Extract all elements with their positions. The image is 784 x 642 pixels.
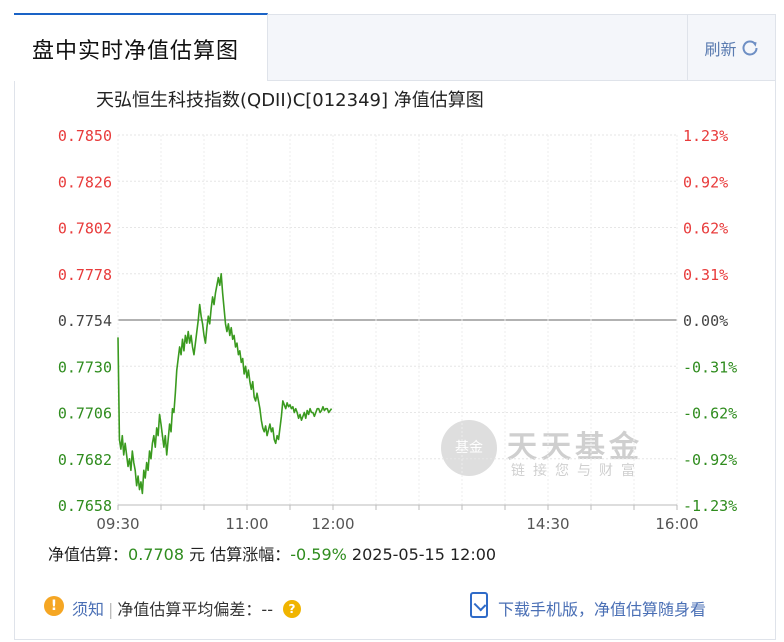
y-tick-right: -1.23% [683,497,737,515]
change-label: 估算涨幅： [210,545,291,564]
y-tick-left: 0.7826 [58,173,112,191]
change-value: -0.59% [290,545,347,564]
y-tick-right: -0.62% [683,405,737,423]
separator: | [108,600,114,619]
nav-value: 0.7708 [128,545,184,564]
y-tick-right: 1.23% [683,127,728,145]
help-icon[interactable]: ? [282,600,301,618]
y-tick-left: 0.7802 [58,220,112,238]
x-tick-label: 14:30 [526,515,569,533]
y-tick-right: 0.92% [683,173,728,191]
notice-link[interactable]: 须知 [72,600,104,619]
y-tick-right: -0.92% [683,451,737,469]
y-tick-left: 0.7730 [58,358,112,376]
mobile-download-icon[interactable] [470,592,488,618]
deviation-value: -- [261,600,273,619]
y-tick-left: 0.7754 [58,312,112,330]
y-tick-right: -0.31% [683,358,737,376]
timestamp: 2025-05-15 12:00 [351,545,497,564]
download-app-link[interactable]: 下载手机版，净值估算随身看 [498,596,706,620]
nav-estimate-line [117,272,333,495]
x-tick-label: 11:00 [225,515,268,533]
nav-label: 净值估算： [48,545,129,564]
y-tick-right: 0.62% [683,220,728,238]
x-tick-label: 09:30 [96,515,139,533]
estimate-summary: 净值估算：0.7708 元 估算涨幅：-0.59% 2025-05-15 12:… [48,541,496,565]
y-tick-left: 0.7850 [58,127,112,145]
y-tick-left: 0.7778 [58,266,112,284]
footer: ! 须知 | 净值估算平均偏差：--? 下载手机版，净值估算随身看 [30,582,770,622]
y-tick-left: 0.7706 [58,405,112,423]
nav-unit: 元 [189,545,206,564]
x-tick-label: 12:00 [311,515,354,533]
x-tick-label: 16:00 [655,515,698,533]
footer-notice: 须知 | 净值估算平均偏差：--? [72,596,301,620]
info-icon: ! [44,596,64,616]
y-tick-left: 0.7682 [58,451,112,469]
y-tick-right: 0.00% [683,312,728,330]
y-tick-right: 0.31% [683,266,728,284]
y-tick-left: 0.7658 [58,497,112,515]
deviation-label: 净值估算平均偏差： [117,600,262,619]
